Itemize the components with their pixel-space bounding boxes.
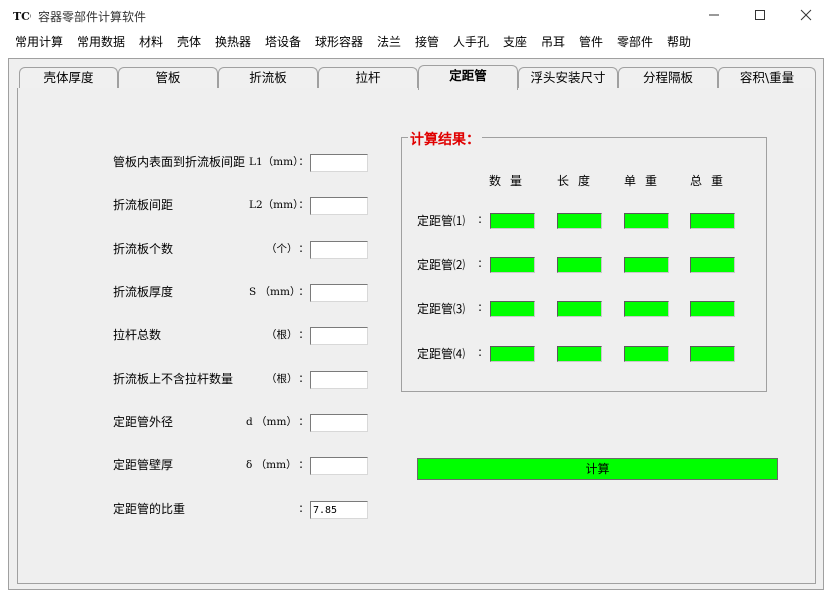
close-button[interactable] xyxy=(783,0,829,30)
menu-item-nozzle[interactable]: 接管 xyxy=(415,33,439,50)
menu-item-parts[interactable]: 零部件 xyxy=(617,33,653,50)
result-row-label: 定距管⑵ xyxy=(417,258,466,272)
calculate-button[interactable]: 计算 xyxy=(417,458,778,480)
colon-text: : xyxy=(299,414,304,428)
result-cell xyxy=(490,257,535,273)
menu-item-lifting-lug[interactable]: 吊耳 xyxy=(541,33,565,50)
input-label: 定距管外径 xyxy=(113,415,174,429)
app-logo-icon: TCC xyxy=(13,10,31,22)
colon-text: : xyxy=(478,345,483,359)
result-cell xyxy=(690,301,735,317)
tab-baffle[interactable]: 折流板 xyxy=(218,67,318,89)
tab-floating-head[interactable]: 浮头安装尺寸 xyxy=(518,67,618,89)
colon-text: : xyxy=(299,457,304,471)
non-tie-rod-count-input[interactable] xyxy=(310,371,368,389)
input-label: 折流板上不含拉杆数量 xyxy=(113,372,234,386)
l1-input[interactable] xyxy=(310,154,368,172)
result-cell xyxy=(557,346,602,362)
result-cell xyxy=(490,346,535,362)
input-unit: （根） xyxy=(266,329,298,341)
minimize-button[interactable] xyxy=(691,0,737,30)
input-unit: （根） xyxy=(266,373,298,385)
outer-diameter-input[interactable] xyxy=(310,414,368,432)
result-cell xyxy=(624,257,669,273)
colon-text: : xyxy=(478,300,483,314)
result-cell xyxy=(557,213,602,229)
result-cell xyxy=(490,213,535,229)
result-cell xyxy=(624,213,669,229)
colon-text: : xyxy=(299,371,304,385)
menu-bar: 常用计算 常用数据 材料 壳体 换热器 塔设备 球形容器 法兰 接管 人手孔 支… xyxy=(0,30,830,52)
input-unit: L2（mm） xyxy=(249,199,304,211)
input-unit: S （mm） xyxy=(249,286,301,298)
specific-gravity-input[interactable] xyxy=(310,501,368,519)
colon-text: : xyxy=(299,327,304,341)
result-cell xyxy=(690,213,735,229)
minimize-icon xyxy=(709,14,719,16)
input-label: 折流板厚度 xyxy=(113,285,174,299)
menu-item-flange[interactable]: 法兰 xyxy=(377,33,401,50)
input-unit: L1（mm） xyxy=(249,156,304,168)
column-header-length: 长度 xyxy=(557,174,600,188)
colon-text: : xyxy=(299,154,304,168)
colon-text: : xyxy=(299,241,304,255)
result-cell xyxy=(624,301,669,317)
maximize-button[interactable] xyxy=(737,0,783,30)
result-cell xyxy=(690,346,735,362)
input-unit: δ （mm） xyxy=(246,459,297,471)
input-label: 拉杆总数 xyxy=(113,328,162,342)
result-cell xyxy=(557,257,602,273)
menu-item-shell[interactable]: 壳体 xyxy=(177,33,201,50)
colon-text: : xyxy=(478,256,483,270)
baffle-count-input[interactable] xyxy=(310,241,368,259)
close-icon xyxy=(800,9,812,21)
result-row-label: 定距管⑷ xyxy=(417,347,466,361)
wall-thickness-input[interactable] xyxy=(310,457,368,475)
column-header-total-weight: 总重 xyxy=(690,174,733,188)
column-header-unit-weight: 单重 xyxy=(624,174,667,188)
tab-spacer-tube[interactable]: 定距管 xyxy=(418,65,518,90)
input-label: 折流板个数 xyxy=(113,242,174,256)
menu-item-common-calc[interactable]: 常用计算 xyxy=(15,33,63,50)
tab-tube-sheet[interactable]: 管板 xyxy=(118,67,218,89)
results-title: 计算结果： xyxy=(408,129,482,149)
tab-shell-thickness[interactable]: 壳体厚度 xyxy=(19,67,118,89)
tab-volume-weight[interactable]: 容积\重量 xyxy=(718,67,816,89)
menu-item-material[interactable]: 材料 xyxy=(139,33,163,50)
input-label: 折流板间距 xyxy=(113,198,174,212)
result-cell xyxy=(624,346,669,362)
menu-item-help[interactable]: 帮助 xyxy=(667,33,691,50)
title-bar: TCC 容器零部件计算软件 xyxy=(0,0,830,30)
result-row-label: 定距管⑴ xyxy=(417,214,466,228)
maximize-icon xyxy=(755,10,765,20)
colon-text: : xyxy=(299,501,304,515)
column-header-quantity: 数量 xyxy=(489,174,532,188)
input-label: 定距管的比重 xyxy=(113,502,186,516)
menu-item-tower[interactable]: 塔设备 xyxy=(265,33,301,50)
tie-rod-total-input[interactable] xyxy=(310,327,368,345)
result-row-label: 定距管⑶ xyxy=(417,302,466,316)
menu-item-heat-exchanger[interactable]: 换热器 xyxy=(215,33,251,50)
result-cell xyxy=(490,301,535,317)
window-title: 容器零部件计算软件 xyxy=(38,10,147,24)
input-unit: d （mm） xyxy=(246,416,297,428)
menu-item-support[interactable]: 支座 xyxy=(503,33,527,50)
menu-item-spherical-vessel[interactable]: 球形容器 xyxy=(315,33,363,50)
colon-text: : xyxy=(299,284,304,298)
baffle-thickness-input[interactable] xyxy=(310,284,368,302)
input-label: 管板内表面到折流板间距 xyxy=(113,155,246,169)
menu-item-common-data[interactable]: 常用数据 xyxy=(77,33,125,50)
menu-item-pipe-fitting[interactable]: 管件 xyxy=(579,33,603,50)
colon-text: : xyxy=(299,197,304,211)
result-cell xyxy=(557,301,602,317)
input-unit: （个） xyxy=(266,243,298,255)
l2-input[interactable] xyxy=(310,197,368,215)
result-cell xyxy=(690,257,735,273)
colon-text: : xyxy=(478,212,483,226)
menu-item-manhole[interactable]: 人手孔 xyxy=(453,33,489,50)
svg-text:TCC: TCC xyxy=(13,10,31,22)
tab-tie-rod[interactable]: 拉杆 xyxy=(318,67,418,89)
input-label: 定距管壁厚 xyxy=(113,458,174,472)
tab-pass-partition[interactable]: 分程隔板 xyxy=(618,67,718,89)
